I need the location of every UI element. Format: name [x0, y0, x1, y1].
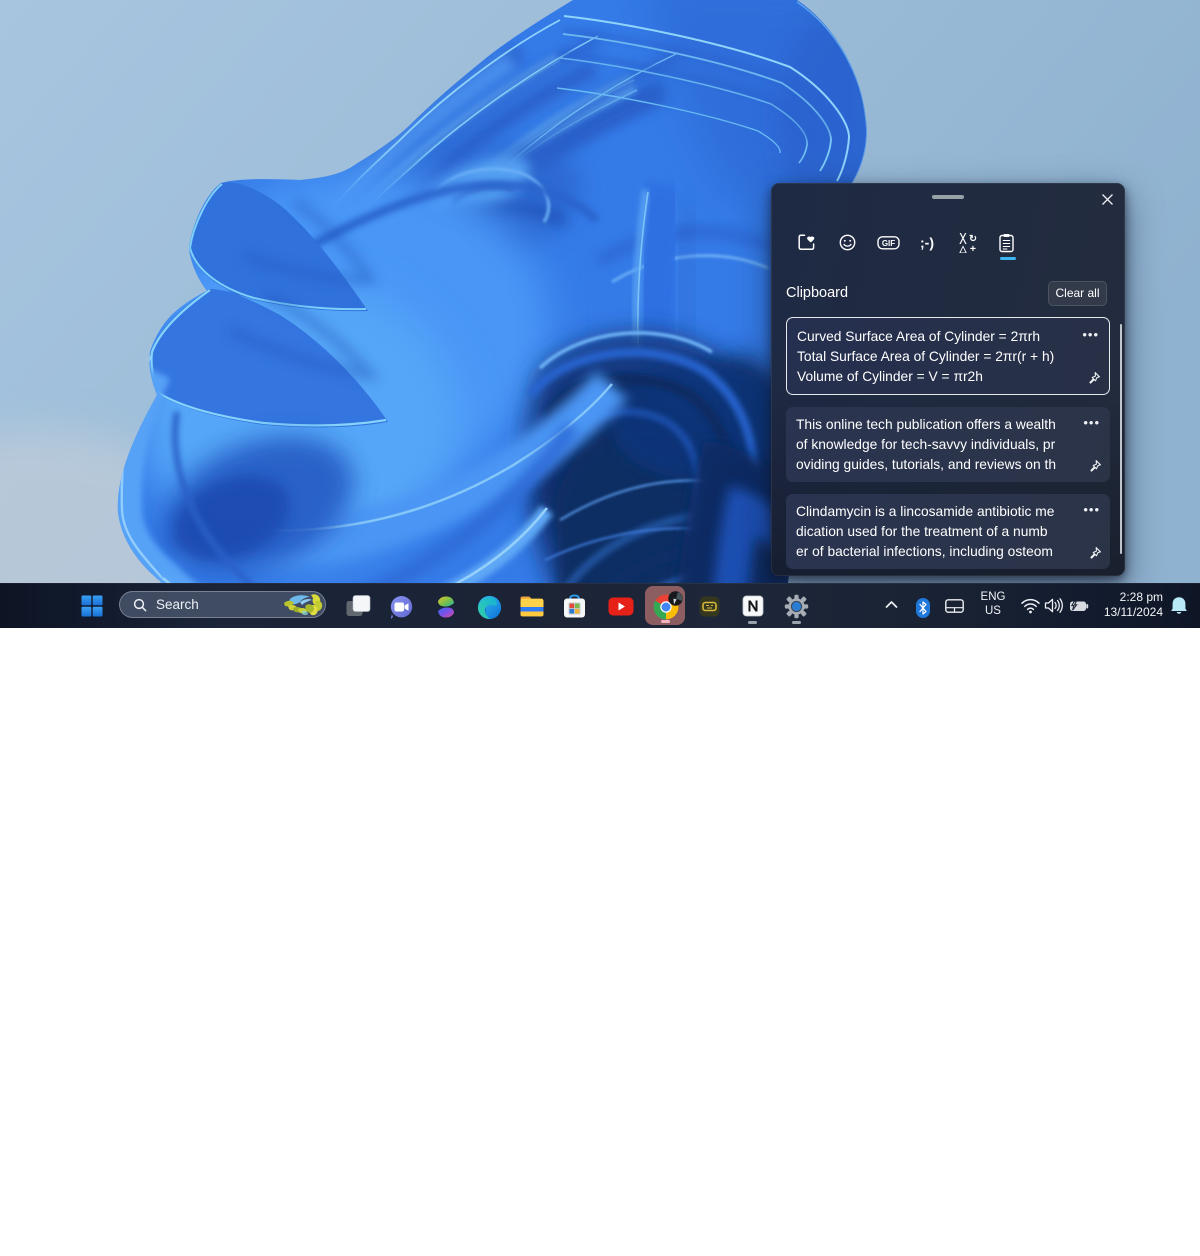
- svg-text:;-): ;-): [920, 235, 934, 251]
- svg-text:+: +: [970, 243, 976, 253]
- svg-text:GIF: GIF: [882, 239, 895, 248]
- svg-text:╳: ╳: [959, 233, 967, 245]
- svg-text:△: △: [958, 244, 967, 253]
